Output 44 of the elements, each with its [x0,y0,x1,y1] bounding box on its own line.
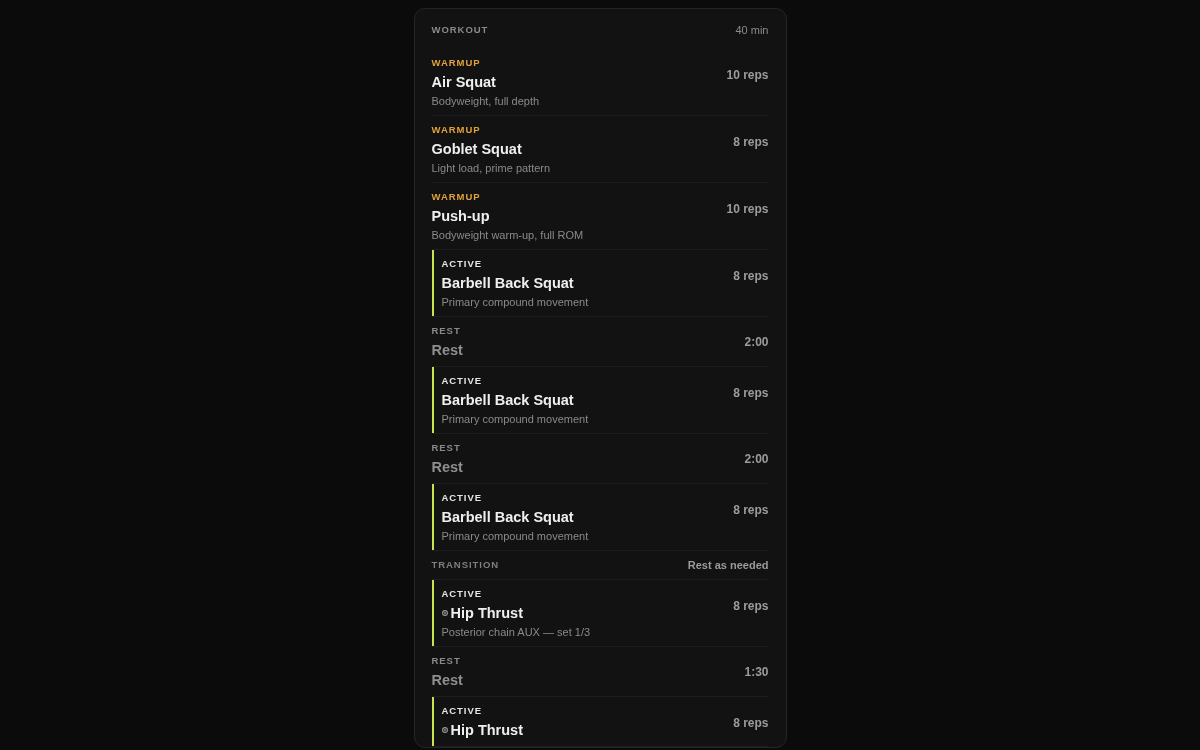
duration-text: 40 min [735,23,769,37]
exercise-title: Push-up [431,207,490,226]
exercise-title: Barbell Back Squat [441,508,574,527]
phase-label: ACTIVE [441,588,483,600]
exercise-note: Primary compound movement [441,412,589,427]
reps-text: 10 reps [726,67,769,83]
reps-text: 8 reps [733,385,769,401]
rest-time: 2:00 [744,333,769,350]
reps-text: 8 reps [733,598,769,614]
exercise-note: Bodyweight warm-up, full ROM [431,228,584,243]
phase-label: WARMUP [431,124,481,136]
rest-note: Rest as needed [687,558,769,573]
phase-label: TRANSITION [431,559,500,571]
exercise-title: Barbell Back Squat [441,391,574,410]
exercise-note: Primary compound movement [441,295,589,310]
exercise-title: Rest [431,671,463,690]
exercise-title: Barbell Back Squat [441,274,574,293]
phase-label: WARMUP [431,191,481,203]
exercise-title: Air Squat [431,73,496,92]
phase-label: REST [431,655,461,667]
reps-text: 8 reps [733,502,769,518]
exercise-title: Hip Thrust [450,604,523,623]
exercise-title: Hip Thrust [450,721,523,740]
exercise-note: Light load, prime pattern [431,161,551,176]
phase-label: ACTIVE [441,492,483,504]
exercise-title: Rest [431,341,463,360]
rest-time: 2:00 [744,450,769,467]
phase-label: ACTIVE [441,705,483,717]
phase-label: ACTIVE [441,258,483,270]
reps-text: 8 reps [733,268,769,284]
reps-text: 8 reps [733,715,769,731]
exercise-note: Bodyweight, full depth [431,94,540,109]
phase-label: WARMUP [431,57,481,69]
workout-heading: WORKOUT [431,23,489,37]
phase-label: REST [431,442,461,454]
exercise-note: Primary compound movement [441,529,589,544]
reps-text: 8 reps [733,134,769,150]
rest-time: 1:30 [744,663,769,680]
exercise-note: Posterior chain AUX — set 1/3 [441,625,591,640]
exercise-title: Goblet Squat [431,140,522,159]
reps-text: 10 reps [726,201,769,217]
phase-label: REST [431,325,461,337]
exercise-title: Rest [431,458,463,477]
phase-label: ACTIVE [441,375,483,387]
